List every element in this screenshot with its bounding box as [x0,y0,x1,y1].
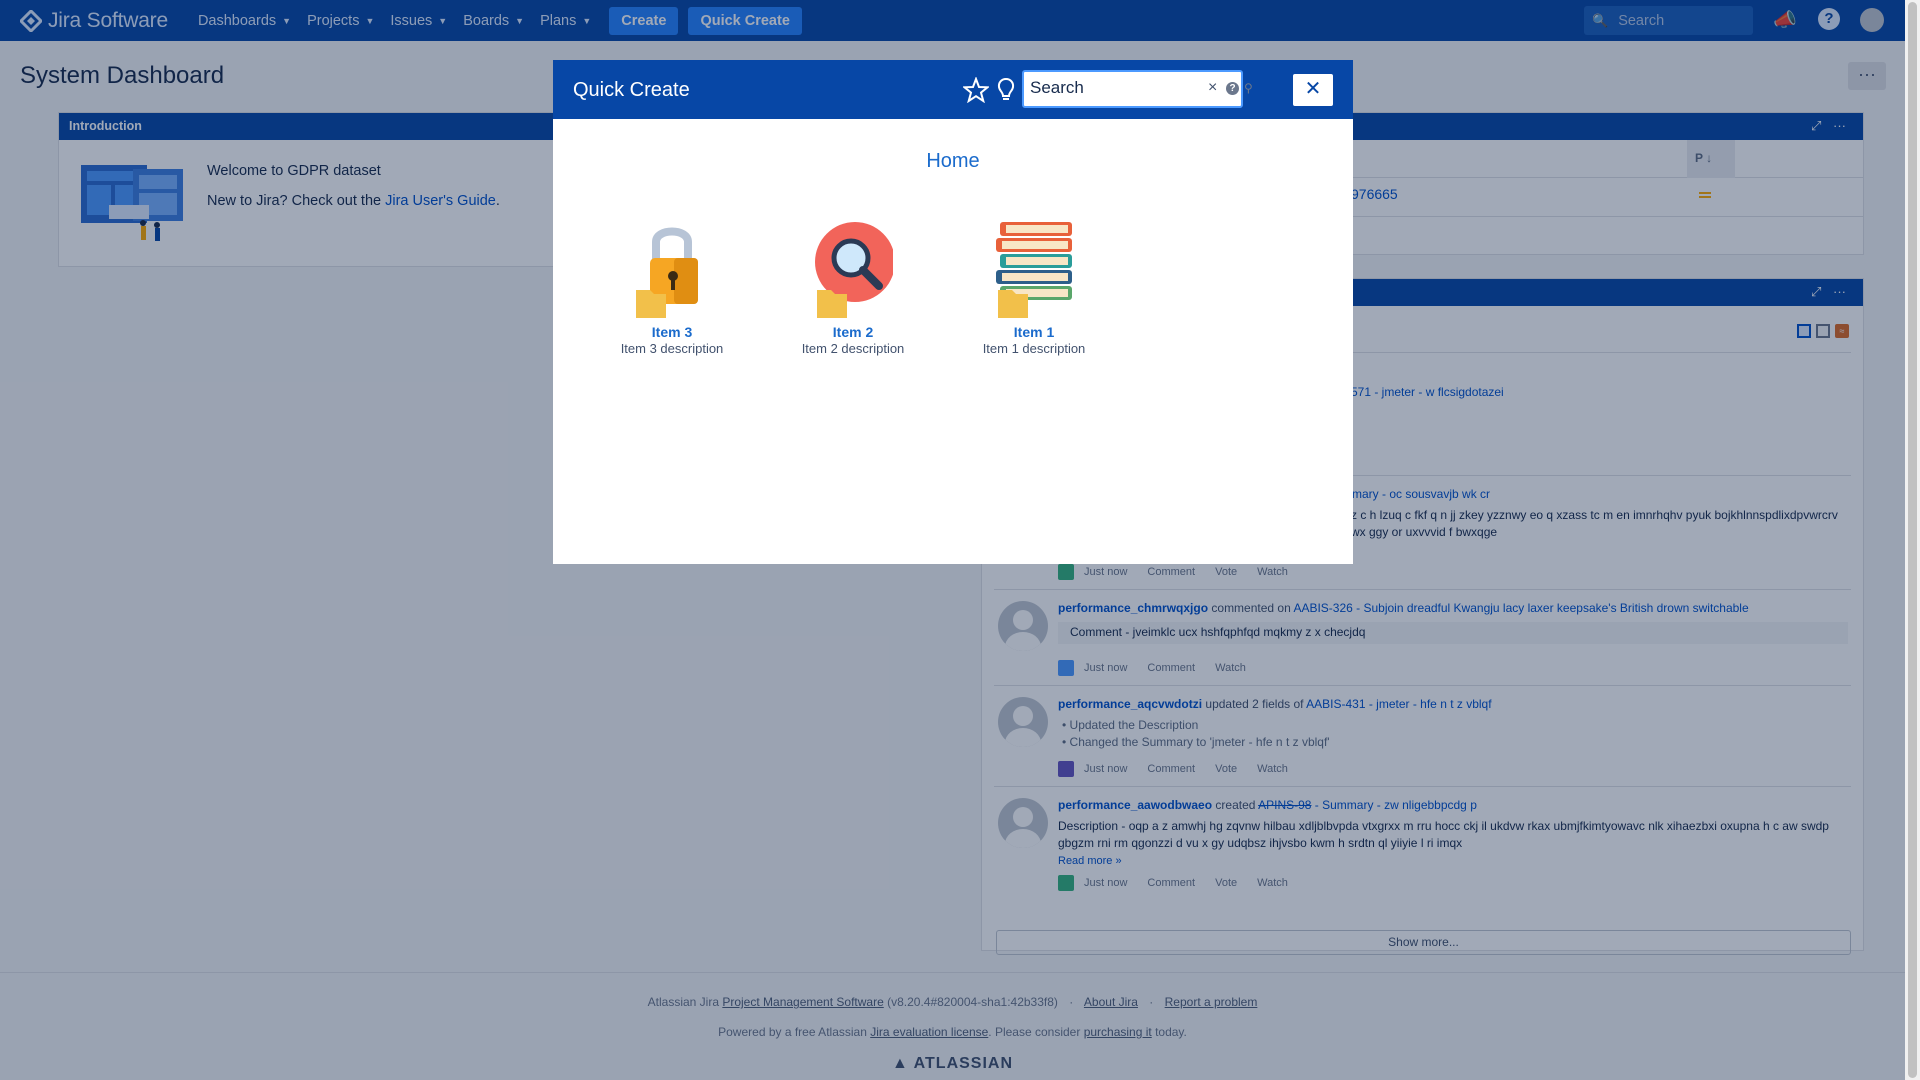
quick-create-item-3[interactable]: Item 3 Item 3 description [597,220,747,356]
item-title: Item 1 [1013,324,1055,340]
dialog-search-field[interactable]: × ? ⚲ [1022,70,1253,108]
quick-create-item-2[interactable]: Item 2 Item 2 description [778,220,928,356]
item-description: Item 1 description [982,341,1086,356]
item-description: Item 2 description [801,341,905,356]
dialog-title: Quick Create [573,79,690,101]
help-icon[interactable]: ? [1226,82,1239,95]
dialog-search-input[interactable] [1030,78,1170,98]
item-title: Item 3 [651,324,693,340]
star-icon[interactable] [963,77,989,103]
item-description: Item 3 description [620,341,724,356]
magnifier-icon [815,222,893,318]
dialog-header: Quick Create × ? ⚲ ✕ [553,60,1353,119]
page-scrollbar[interactable] [1905,0,1920,1080]
lock-icon [636,227,698,318]
quick-create-dialog: Quick Create × ? ⚲ ✕ Home Item 3 Item 3 … [553,60,1353,564]
scrollbar-thumb[interactable] [1908,2,1917,1078]
item-title: Item 2 [832,324,874,340]
close-button[interactable]: ✕ [1293,74,1333,106]
home-link[interactable]: Home [553,150,1353,173]
lightbulb-icon[interactable] [997,77,1015,103]
clear-icon[interactable]: × [1208,79,1217,97]
books-icon [996,222,1072,318]
search-icon[interactable]: ⚲ [1244,81,1253,95]
quick-create-item-1[interactable]: Item 1 Item 1 description [959,220,1109,356]
